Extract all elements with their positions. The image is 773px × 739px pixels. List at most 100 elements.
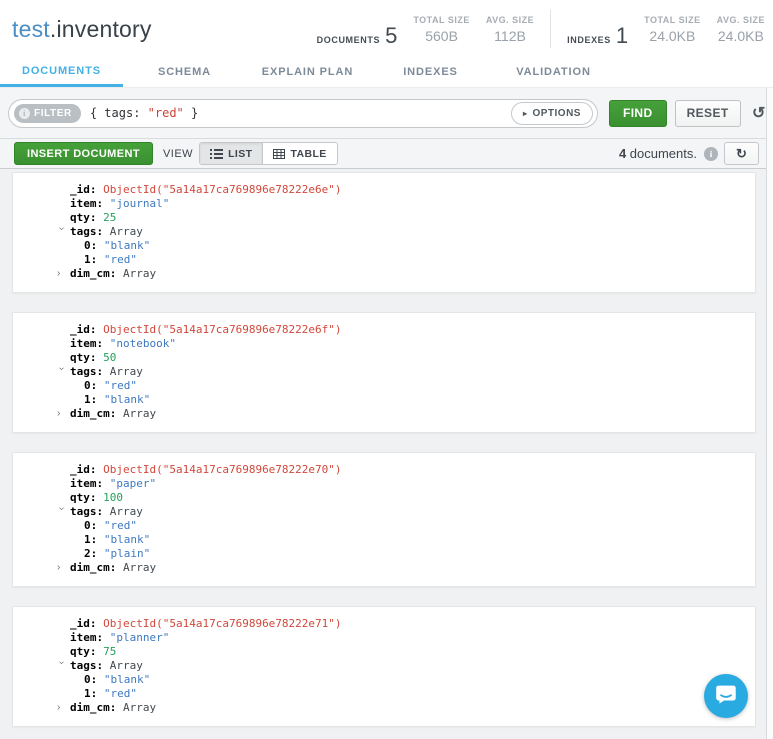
- field-key: item:: [70, 197, 103, 210]
- field-value-array[interactable]: Array: [103, 225, 143, 238]
- document-line: ›dim_cm: Array: [13, 407, 755, 421]
- field-value-string[interactable]: "journal": [103, 197, 169, 210]
- field-key: dim_cm:: [70, 701, 116, 714]
- field-key: _id:: [70, 323, 97, 336]
- collapse-arrow-icon[interactable]: ›: [54, 227, 68, 237]
- document-count-area: 4 documents. i ↻: [619, 142, 759, 165]
- document-line: 2: "plain": [13, 547, 755, 561]
- vertical-scrollbar[interactable]: [766, 88, 773, 739]
- expand-arrow-icon[interactable]: ›: [57, 701, 67, 715]
- tab-validation[interactable]: VALIDATION: [492, 58, 615, 87]
- field-value-number[interactable]: 25: [97, 211, 117, 224]
- document-line: qty: 100: [13, 491, 755, 505]
- field-value-array[interactable]: Array: [116, 267, 156, 280]
- field-value-array[interactable]: Array: [116, 701, 156, 714]
- view-table-button[interactable]: TABLE: [262, 143, 336, 164]
- refresh-documents-button[interactable]: ↻: [724, 142, 759, 165]
- filter-query-input[interactable]: i FILTER { tags: "red" } ▸ OPTIONS: [8, 99, 598, 128]
- document-line: 1: "blank": [13, 533, 755, 547]
- documents-stat-label: DOCUMENTS: [317, 35, 380, 45]
- collection-name: inventory: [56, 16, 151, 42]
- field-value-string[interactable]: "paper": [103, 477, 156, 490]
- field-value-number[interactable]: 75: [97, 645, 117, 658]
- field-key: tags:: [70, 505, 103, 518]
- field-key: dim_cm:: [70, 561, 116, 574]
- expand-arrow-icon[interactable]: ›: [57, 561, 67, 575]
- table-view-icon: [273, 149, 285, 159]
- indexes-avg-size-label: AVG. SIZE: [717, 15, 765, 25]
- document-line: ›tags: Array: [13, 225, 755, 239]
- field-value-string[interactable]: "red": [97, 519, 137, 532]
- field-value-array[interactable]: Array: [116, 407, 156, 420]
- list-view-label: LIST: [228, 148, 252, 160]
- field-key: tags:: [70, 365, 103, 378]
- view-list-button[interactable]: LIST: [200, 143, 262, 164]
- document-card: _id: ObjectId("5a14a17ca769896e78222e6e"…: [12, 172, 756, 293]
- field-value-objectid[interactable]: ObjectId("5a14a17ca769896e78222e70"): [97, 463, 342, 476]
- field-value-string[interactable]: "planner": [103, 631, 169, 644]
- document-count: 4 documents.: [619, 146, 697, 161]
- document-list: _id: ObjectId("5a14a17ca769896e78222e6e"…: [0, 169, 756, 727]
- field-value-objectid[interactable]: ObjectId("5a14a17ca769896e78222e6f"): [97, 323, 342, 336]
- document-line: item: "journal": [13, 197, 755, 211]
- field-value-string[interactable]: "notebook": [103, 337, 176, 350]
- field-value-string[interactable]: "blank": [97, 673, 150, 686]
- field-key: _id:: [70, 183, 97, 196]
- document-card: _id: ObjectId("5a14a17ca769896e78222e71"…: [12, 606, 756, 727]
- chat-widget-button[interactable]: [704, 674, 748, 718]
- field-key: item:: [70, 477, 103, 490]
- view-label: VIEW: [163, 148, 193, 160]
- document-line: ›tags: Array: [13, 505, 755, 519]
- document-line: ›dim_cm: Array: [13, 701, 755, 715]
- field-value-objectid[interactable]: ObjectId("5a14a17ca769896e78222e6e"): [97, 183, 342, 196]
- reset-button[interactable]: RESET: [675, 100, 741, 127]
- tab-documents[interactable]: DOCUMENTS: [0, 58, 123, 87]
- query-history-icon[interactable]: ↻: [752, 103, 765, 123]
- page-title: test.inventory: [12, 16, 152, 43]
- collapse-arrow-icon[interactable]: ›: [54, 661, 68, 671]
- insert-document-button[interactable]: INSERT DOCUMENT: [14, 142, 153, 165]
- document-line: ›dim_cm: Array: [13, 267, 755, 281]
- field-value-array[interactable]: Array: [116, 561, 156, 574]
- collapse-arrow-icon[interactable]: ›: [54, 367, 68, 377]
- field-value-string[interactable]: "plain": [97, 547, 150, 560]
- field-value-string[interactable]: "red": [97, 379, 137, 392]
- field-key: 0:: [84, 673, 97, 686]
- field-value-string[interactable]: "blank": [97, 393, 150, 406]
- document-card: _id: ObjectId("5a14a17ca769896e78222e6f"…: [12, 312, 756, 433]
- field-value-array[interactable]: Array: [103, 659, 143, 672]
- count-info-icon[interactable]: i: [704, 147, 718, 161]
- document-line: 0: "red": [13, 519, 755, 533]
- field-key: 2:: [84, 547, 97, 560]
- tab-indexes[interactable]: INDEXES: [369, 58, 492, 87]
- field-value-array[interactable]: Array: [103, 365, 143, 378]
- filter-info-icon: i: [19, 108, 30, 119]
- options-toggle-button[interactable]: ▸ OPTIONS: [511, 102, 593, 125]
- tab-explain-plan[interactable]: EXPLAIN PLAN: [246, 58, 369, 87]
- caret-right-icon: ▸: [523, 109, 528, 118]
- field-key: tags:: [70, 659, 103, 672]
- expand-arrow-icon[interactable]: ›: [57, 407, 67, 421]
- field-key: item:: [70, 631, 103, 644]
- field-value-number[interactable]: 100: [97, 491, 124, 504]
- document-line: 0: "red": [13, 379, 755, 393]
- field-value-number[interactable]: 50: [97, 351, 117, 364]
- list-view-icon: [210, 149, 223, 159]
- field-value-string[interactable]: "red": [97, 687, 137, 700]
- collapse-arrow-icon[interactable]: ›: [54, 507, 68, 517]
- field-value-string[interactable]: "blank": [97, 533, 150, 546]
- document-line: ›tags: Array: [13, 659, 755, 673]
- field-value-array[interactable]: Array: [103, 505, 143, 518]
- find-button[interactable]: FIND: [609, 100, 667, 127]
- field-key: dim_cm:: [70, 407, 116, 420]
- expand-arrow-icon[interactable]: ›: [57, 267, 67, 281]
- field-key: 0:: [84, 519, 97, 532]
- field-key: 1:: [84, 253, 97, 266]
- indexes-total-size: 24.0KB: [644, 28, 701, 44]
- field-value-string[interactable]: "red": [97, 253, 137, 266]
- document-line: 1: "blank": [13, 393, 755, 407]
- field-value-objectid[interactable]: ObjectId("5a14a17ca769896e78222e71"): [97, 617, 342, 630]
- tab-schema[interactable]: SCHEMA: [123, 58, 246, 87]
- document-line: 1: "red": [13, 687, 755, 701]
- field-value-string[interactable]: "blank": [97, 239, 150, 252]
